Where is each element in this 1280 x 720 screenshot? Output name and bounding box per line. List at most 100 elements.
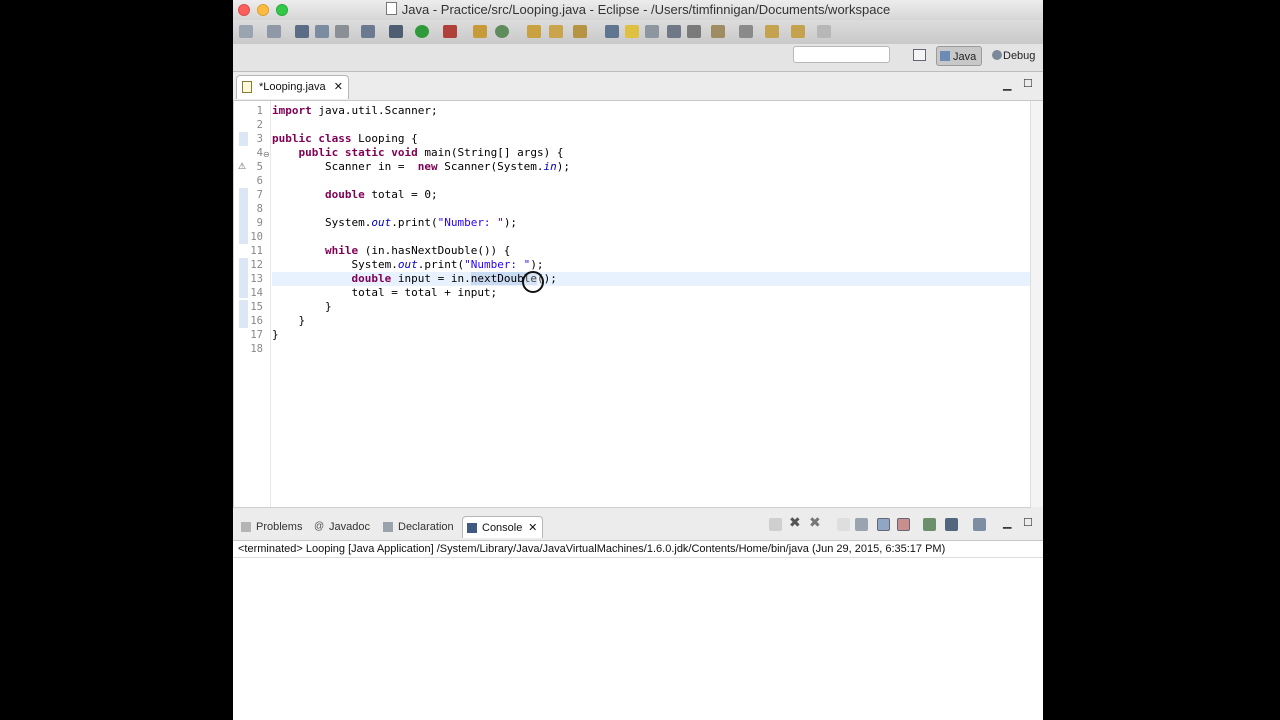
paragraph-icon[interactable] — [687, 25, 701, 38]
new-wizard-icon[interactable] — [267, 25, 281, 38]
close-tab-icon[interactable]: ✕ — [334, 76, 343, 99]
line-number: 3 — [256, 133, 263, 145]
debug-icon[interactable] — [389, 25, 403, 38]
save-all-icon[interactable] — [315, 25, 329, 38]
code-line-17: } — [272, 328, 1031, 342]
line-number: 2 — [256, 119, 263, 131]
remove-launch-icon[interactable]: ✖ — [789, 515, 802, 529]
keyword: import — [272, 104, 312, 117]
display-console-icon[interactable] — [945, 518, 958, 531]
mouse-cursor-indicator — [522, 271, 544, 293]
tab-label: Javadoc — [329, 521, 370, 533]
console-status-line: <terminated> Looping [Java Application] … — [233, 541, 1043, 558]
maximize-editor-icon[interactable]: ☐ — [1023, 77, 1033, 90]
remove-all-launches-icon[interactable]: ✖ — [809, 515, 822, 529]
highlight-icon[interactable] — [625, 25, 639, 38]
keyword: while — [324, 244, 359, 257]
console-output[interactable] — [233, 558, 1043, 720]
search-icon[interactable] — [573, 25, 587, 38]
run-icon[interactable] — [415, 25, 429, 38]
title-bar: Java - Practice/src/Looping.java - Eclip… — [233, 0, 1043, 20]
terminate-icon[interactable] — [769, 518, 782, 531]
fold-collapse-icon[interactable]: ⊖ — [263, 150, 270, 159]
new-java-project-icon[interactable] — [473, 25, 487, 38]
line-number: 7 — [256, 189, 263, 201]
code-content[interactable]: import java.util.Scanner; public class L… — [272, 104, 1031, 356]
show-whitespace-icon[interactable] — [667, 25, 681, 38]
minimize-view-icon[interactable]: ▁ — [1003, 516, 1011, 529]
pin-console-icon[interactable] — [923, 518, 936, 531]
previous-annotation-icon[interactable] — [739, 25, 753, 38]
tab-label: Console — [482, 522, 523, 534]
window-title: Java - Practice/src/Looping.java - Eclip… — [233, 2, 1043, 17]
toggle-mark-occurrences-icon[interactable] — [605, 25, 619, 38]
code-line-14: total = total + input; — [272, 286, 1031, 300]
minimize-editor-icon[interactable]: ▁ — [1003, 78, 1011, 91]
line-number-ruler: ⚠ ⊖ 1 2 3 4 5 6 7 8 9 10 11 12 13 14 15 16 17 18 — [234, 101, 271, 507]
keyword: double — [351, 272, 392, 285]
code-line-11: while (in.hasNextDouble()) { — [272, 244, 1031, 258]
back-icon[interactable] — [765, 25, 779, 38]
main-toolbar — [233, 20, 1043, 45]
show-on-output-icon[interactable] — [877, 518, 890, 531]
editor-scrollbar[interactable] — [1030, 101, 1043, 507]
tab-console[interactable]: Console ✕ — [462, 516, 544, 539]
code-text: Scanner in = — [324, 160, 418, 173]
toggle-block-selection-icon[interactable] — [645, 25, 659, 38]
open-perspective-icon[interactable] — [913, 49, 926, 61]
debug-perspective-button[interactable]: Debug — [989, 46, 1035, 66]
clear-console-icon[interactable] — [837, 518, 850, 531]
code-line-5: Scanner in = new Scanner(System.in); — [272, 160, 1031, 174]
skip-breakpoints-icon[interactable] — [361, 25, 375, 38]
string-literal: "Number: " — [464, 258, 531, 271]
new-icon[interactable] — [239, 25, 253, 38]
code-text: System. — [351, 258, 398, 271]
java-perspective-button[interactable]: Java — [936, 46, 982, 66]
line-number: 4 — [256, 147, 263, 159]
tab-declaration[interactable]: Declaration — [379, 516, 454, 538]
tab-problems[interactable]: Problems — [237, 516, 302, 538]
line-number: 8 — [256, 203, 263, 215]
open-task-icon[interactable] — [549, 25, 563, 38]
print-icon[interactable] — [335, 25, 349, 38]
back-navigation-icon[interactable] — [791, 25, 805, 38]
editor-tab-label: *Looping.java — [259, 81, 326, 93]
code-editor[interactable]: ⚠ ⊖ 1 2 3 4 5 6 7 8 9 10 11 12 13 14 15 16 17 18 import j… — [233, 101, 1031, 508]
tab-label: Problems — [256, 521, 303, 533]
maximize-view-icon[interactable]: ☐ — [1023, 516, 1033, 529]
code-text: ); — [503, 216, 518, 229]
code-text: .print( — [391, 216, 438, 229]
external-tools-icon[interactable] — [443, 25, 457, 38]
editor-tab-bar: *Looping.java ✕ ▁ ☐ — [233, 72, 1043, 101]
tab-javadoc[interactable]: @ Javadoc — [310, 516, 370, 538]
new-class-icon[interactable] — [495, 25, 509, 38]
code-text: (in.hasNextDouble()) { — [358, 244, 511, 257]
editor-tab-looping-java[interactable]: *Looping.java ✕ — [236, 75, 349, 99]
perspective-bar: Java Debug — [233, 44, 1043, 72]
document-icon — [385, 2, 397, 15]
scroll-lock-icon[interactable] — [855, 518, 868, 531]
quick-access-input[interactable] — [793, 46, 890, 63]
code-text: input = in. — [391, 272, 471, 285]
forward-icon[interactable] — [817, 25, 831, 38]
code-line-15: } — [272, 300, 1031, 314]
keyword: double — [324, 188, 365, 201]
static-field: in — [543, 160, 557, 173]
java-file-icon — [242, 81, 252, 93]
keyword: class — [318, 132, 352, 145]
code-text: } — [298, 314, 306, 327]
open-type-icon[interactable] — [527, 25, 541, 38]
code-text: total = 0; — [364, 188, 438, 201]
static-field: out — [397, 258, 418, 271]
save-icon[interactable] — [295, 25, 309, 38]
close-tab-icon[interactable]: ✕ — [528, 517, 537, 539]
code-line-13: double input = in.nextDouble(); — [272, 272, 1031, 286]
open-console-icon[interactable] — [973, 518, 986, 531]
code-text: ); — [556, 160, 571, 173]
next-annotation-icon[interactable] — [711, 25, 725, 38]
line-number: 18 — [250, 343, 263, 355]
show-on-error-icon[interactable] — [897, 518, 910, 531]
